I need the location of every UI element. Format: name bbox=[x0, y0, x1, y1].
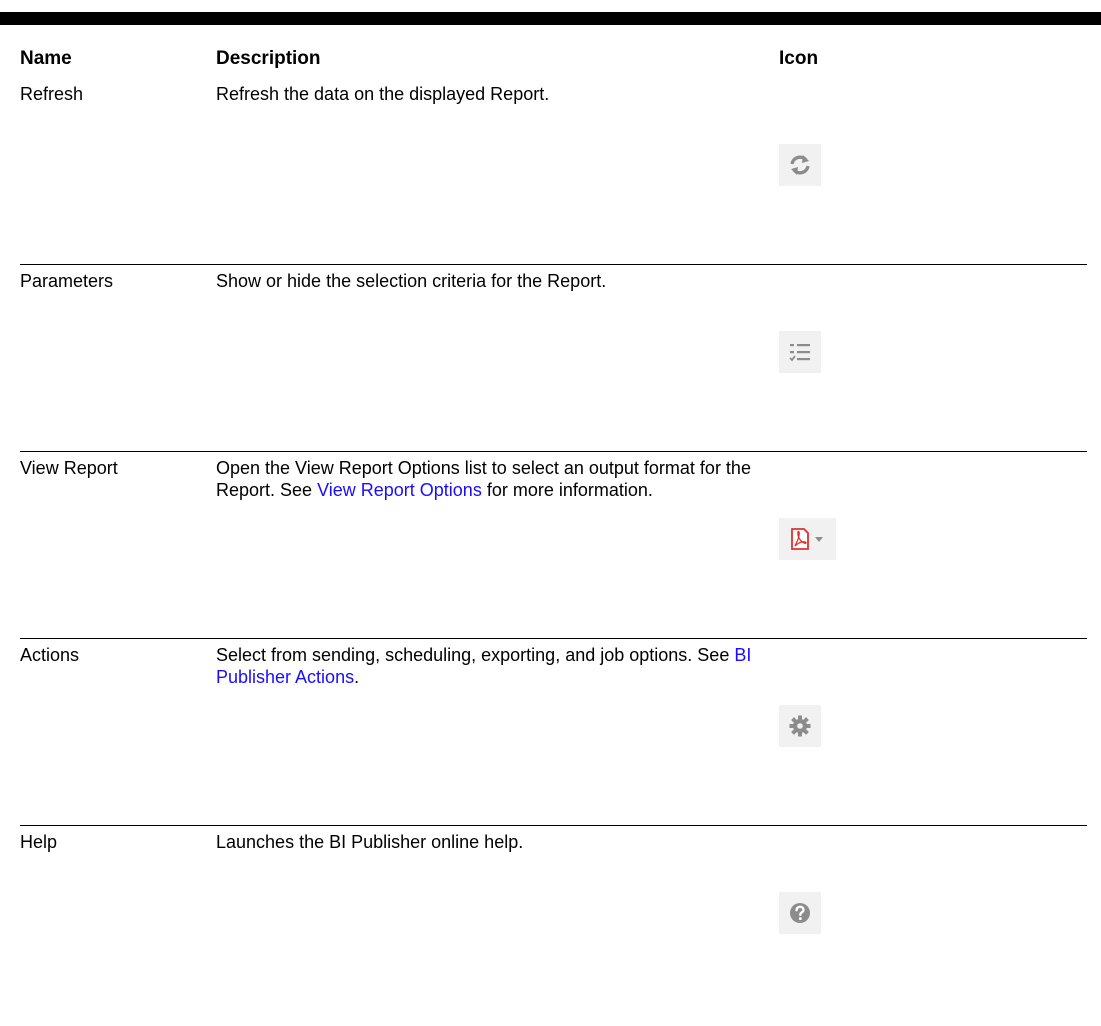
description-text: . bbox=[354, 667, 360, 687]
table-row: Help Launches the BI Publisher online he… bbox=[0, 825, 1101, 1012]
help-icon[interactable] bbox=[779, 892, 821, 934]
row-divider bbox=[20, 825, 1087, 826]
table-row: Actions Select from sending, scheduling,… bbox=[0, 638, 1101, 825]
row-description: Select from sending, scheduling, exporti… bbox=[216, 644, 771, 688]
row-divider bbox=[20, 638, 1087, 639]
pdf-dropdown-icon[interactable] bbox=[779, 518, 836, 560]
table-header: Name Description Icon bbox=[0, 25, 1101, 77]
row-name: View Report bbox=[20, 458, 118, 478]
row-description: Launches the BI Publisher online help. bbox=[216, 832, 524, 852]
table-top-rule bbox=[0, 12, 1101, 25]
description-text: Select from sending, scheduling, exporti… bbox=[216, 645, 735, 665]
gear-icon[interactable] bbox=[779, 705, 821, 747]
table-row: View Report Open the View Report Options… bbox=[0, 451, 1101, 638]
row-divider bbox=[20, 264, 1087, 265]
header-name: Name bbox=[20, 48, 72, 69]
view-report-options-link[interactable]: View Report Options bbox=[317, 480, 482, 500]
row-name: Help bbox=[20, 832, 58, 852]
row-name: Refresh bbox=[20, 84, 84, 104]
description-text: for more information. bbox=[481, 480, 653, 500]
row-description: Show or hide the selection criteria for … bbox=[216, 271, 607, 291]
refresh-icon[interactable] bbox=[779, 144, 821, 186]
parameters-list-icon[interactable] bbox=[779, 331, 821, 373]
row-name: Parameters bbox=[20, 271, 114, 291]
row-name: Actions bbox=[20, 645, 80, 665]
row-divider bbox=[20, 451, 1087, 452]
row-description: Refresh the data on the displayed Report… bbox=[216, 84, 550, 104]
row-description: Open the View Report Options list to sel… bbox=[216, 457, 771, 501]
table-row: Refresh Refresh the data on the displaye… bbox=[0, 77, 1101, 264]
header-description: Description bbox=[216, 48, 321, 69]
help-table-page: Name Description Icon Refresh Refresh th… bbox=[0, 0, 1101, 1026]
header-icon: Icon bbox=[779, 48, 819, 69]
table-row: Parameters Show or hide the selection cr… bbox=[0, 264, 1101, 451]
